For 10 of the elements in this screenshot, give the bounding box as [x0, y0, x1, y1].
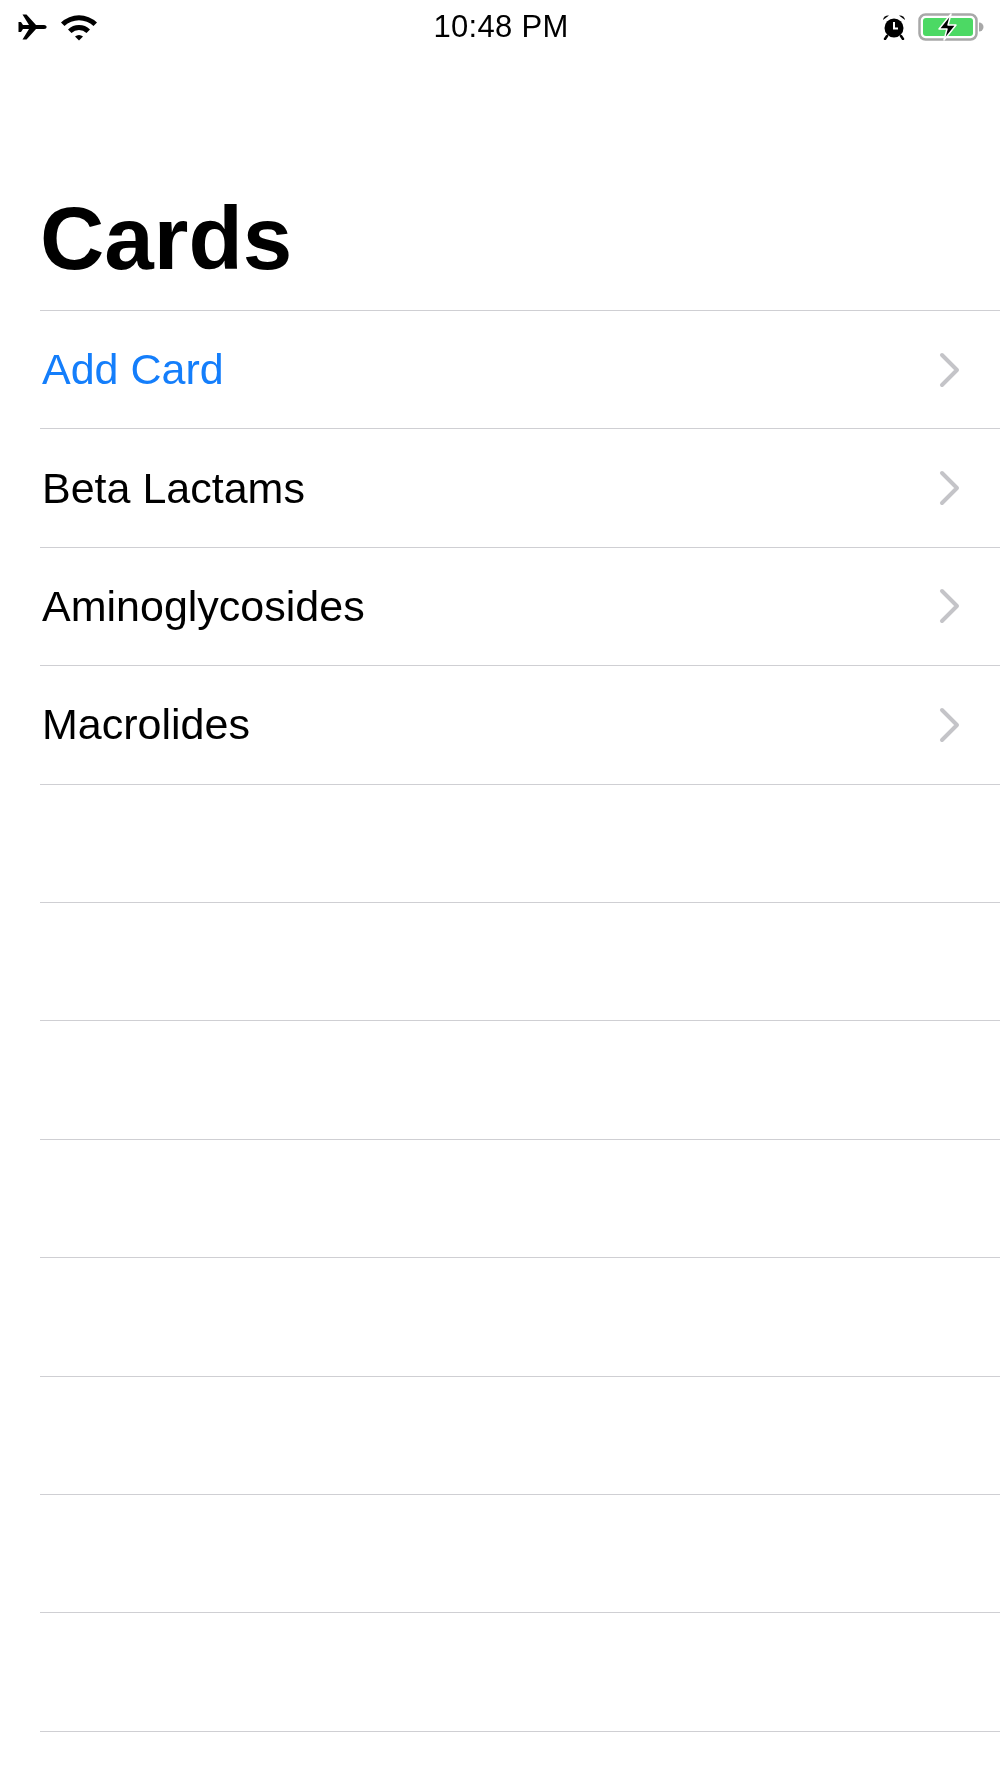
list-row[interactable]: Beta Lactams: [40, 429, 1000, 548]
page-title: Cards: [40, 194, 293, 283]
chevron-right-icon: [939, 588, 961, 625]
chevron-right-icon: [939, 706, 961, 743]
chevron-right-icon: [939, 351, 961, 388]
status-time: 10:48 PM: [433, 9, 569, 45]
chevron-right-icon: [939, 470, 961, 507]
add-card-row[interactable]: Add Card: [40, 311, 1000, 430]
list-row[interactable]: Macrolides: [40, 666, 1000, 785]
list-row[interactable]: Aminoglycosides: [40, 547, 1000, 667]
